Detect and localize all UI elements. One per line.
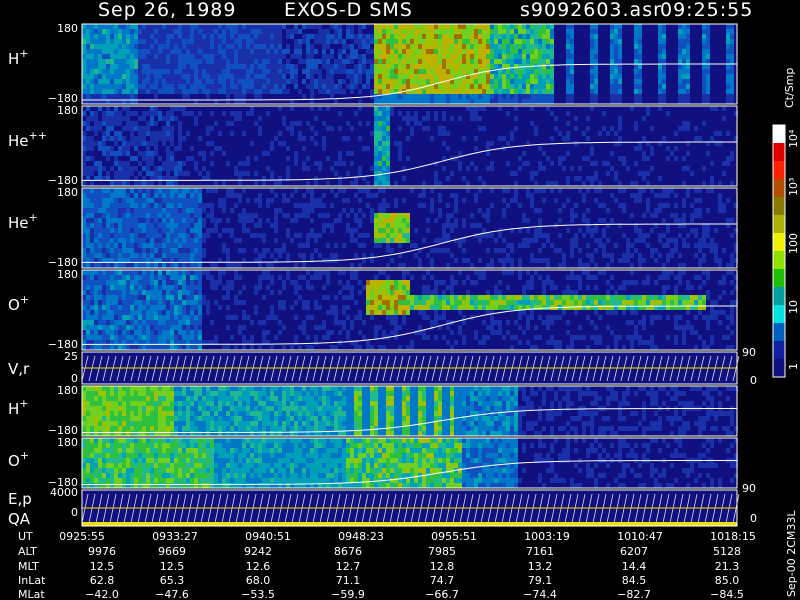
colorbar-swatch [773, 323, 785, 342]
instrument-name: EXOS-D SMS [284, 0, 413, 21]
orbit-cell: −84.5 [710, 588, 744, 600]
panel-1 [81, 23, 738, 105]
orbit-cell: 68.0 [246, 574, 271, 587]
orbit-cell: 7985 [428, 545, 456, 558]
lower-y-tick-top-2: 180 [57, 436, 78, 449]
panel-5 [81, 351, 740, 385]
plot-time: 09:25:55 [660, 0, 753, 21]
orbit-cell: 8676 [334, 545, 362, 558]
panel-7 [81, 437, 738, 489]
ep-right-bottom: 0 [750, 512, 757, 525]
colorbar-unit: Ct/Smp [783, 68, 796, 108]
orbit-cell: −42.0 [85, 588, 119, 600]
orbit-cell: 12.6 [246, 560, 271, 573]
ep-right-top: 90 [742, 482, 756, 495]
orbit-cell: 1018:15 [710, 530, 756, 543]
colorbar-tick-4: 10 [787, 300, 800, 314]
orbit-cell: 0940:51 [245, 530, 291, 543]
orbit-cell: 12.8 [430, 560, 455, 573]
colorbar-tick-2: 10³ [787, 178, 800, 196]
colorbar-swatch [773, 179, 785, 198]
qa-label: QA [8, 510, 31, 528]
orbit-cell: −47.6 [155, 588, 189, 600]
panel-4 [81, 269, 738, 351]
orbit-cell: 84.5 [622, 574, 647, 587]
orbit-cell: −66.7 [425, 588, 459, 600]
y-tick-top-4: 180 [57, 268, 78, 281]
orbit-cell: 62.8 [90, 574, 115, 587]
orbit-cell: 0948:23 [338, 530, 384, 543]
orbit-cell: 12.7 [336, 560, 361, 573]
orbit-cell: 12.5 [160, 560, 185, 573]
panel-8 [81, 489, 740, 527]
vr-tick-top: 25 [64, 350, 78, 363]
y-tick-top-3: 180 [57, 186, 78, 199]
colorbar-swatch [773, 161, 785, 180]
orbit-row-label: ALT [18, 545, 37, 558]
orbit-row-label: InLat [18, 574, 46, 587]
orbit-cell: 0933:27 [152, 530, 198, 543]
orbit-cell: 9669 [158, 545, 186, 558]
ep-tick-top: 4000 [50, 486, 78, 499]
orbit-cell: −59.9 [331, 588, 365, 600]
orbit-cell: 1003:19 [524, 530, 570, 543]
colorbar-tick-3: 100 [787, 233, 800, 254]
y-tick-top-1: 180 [57, 22, 78, 35]
colorbar-swatch [773, 341, 785, 360]
orbit-cell: 71.1 [336, 574, 361, 587]
y-tick-top-2: 180 [57, 104, 78, 117]
panel-2 [81, 105, 738, 187]
orbit-row-label: UT [18, 530, 33, 543]
orbit-cell: 74.7 [430, 574, 455, 587]
orbit-cell: −53.5 [241, 588, 275, 600]
orbit-cell: 6207 [620, 545, 648, 558]
orbit-cell: 65.3 [160, 574, 185, 587]
ep-tick-bottom: 0 [71, 506, 78, 519]
panels-layer [81, 23, 740, 527]
orbit-cell: 13.2 [528, 560, 553, 573]
exos-d-sms-plot: Sep 26, 1989 EXOS-D SMS s9092603.asr 09:… [0, 0, 800, 600]
colorbar-swatch [773, 143, 785, 162]
lower-y-tick-top-1: 180 [57, 384, 78, 397]
orbit-cell: 1010:47 [617, 530, 663, 543]
ep-label: E,p [8, 490, 32, 508]
data-filename: s9092603.asr [520, 0, 662, 21]
vr-label: V,r [8, 360, 30, 378]
orbit-cell: 9976 [88, 545, 116, 558]
orbit-row-label: MLT [18, 560, 39, 573]
orbit-cell: 79.1 [528, 574, 553, 587]
side-note: Sep-00 2CM33L [785, 510, 798, 597]
colorbar-swatch [773, 215, 785, 234]
orbit-cell: −82.7 [617, 588, 651, 600]
spectrogram-figure: Sep 26, 1989 EXOS-D SMS s9092603.asr 09:… [0, 0, 800, 600]
colorbar-swatch [773, 269, 785, 288]
orbit-cell: 85.0 [715, 574, 740, 587]
panel-3 [81, 187, 738, 269]
colorbar-swatch [773, 359, 785, 378]
orbit-cell: 0955:51 [431, 530, 477, 543]
colorbar-swatch [773, 125, 785, 144]
colorbar-swatch [773, 197, 785, 216]
vr-right-top: 90 [742, 346, 756, 359]
colorbar-tick-1: 10⁴ [787, 129, 800, 148]
orbit-row-label: MLat [18, 588, 45, 600]
colorbar-tick-5: 1 [787, 363, 800, 370]
orbit-cell: 5128 [713, 545, 741, 558]
colorbar-swatch [773, 287, 785, 306]
colorbar-swatch [773, 251, 785, 270]
orbit-cell: 0925:55 [59, 530, 105, 543]
panel-6 [81, 385, 738, 437]
orbit-cell: −74.4 [523, 588, 557, 600]
colorbar-cells [773, 125, 785, 378]
colorbar-swatch [773, 305, 785, 324]
orbit-cell: 14.4 [622, 560, 647, 573]
orbit-cell: 21.3 [715, 560, 740, 573]
orbit-cell: 7161 [526, 545, 554, 558]
plot-date: Sep 26, 1989 [98, 0, 236, 21]
orbit-cell: 12.5 [90, 560, 115, 573]
orbit-cell: 9242 [244, 545, 272, 558]
vr-right-bottom: 0 [750, 374, 757, 387]
colorbar-swatch [773, 233, 785, 252]
